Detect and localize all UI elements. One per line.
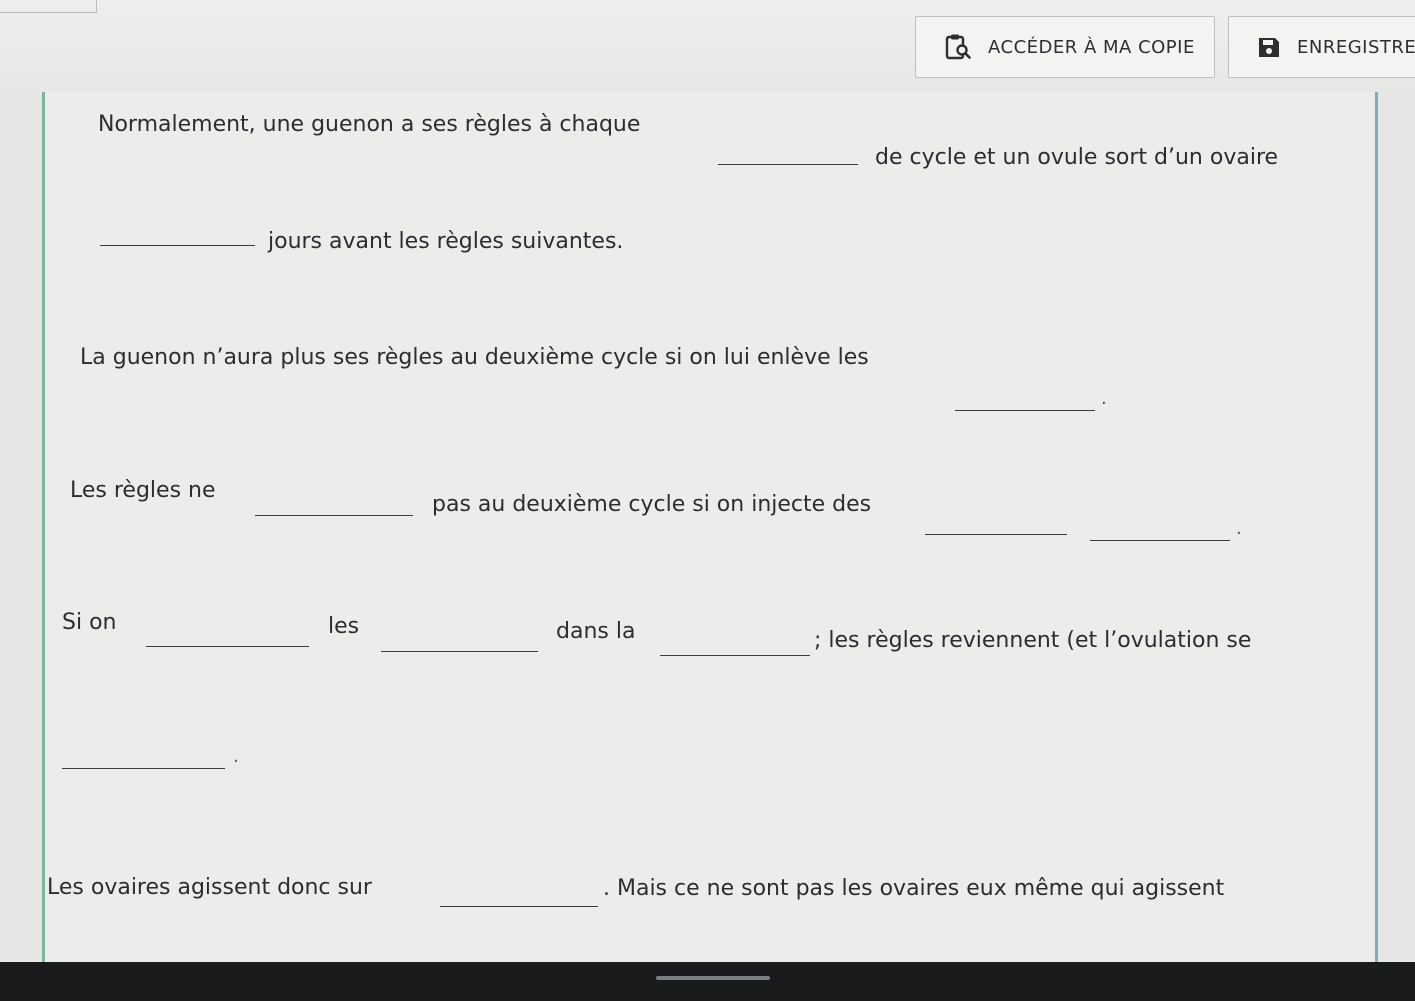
sentence-4-part-a: Si on — [62, 610, 117, 635]
sentence-1-part-c: jours avant les règles suivantes. — [268, 229, 624, 254]
blank-10[interactable] — [62, 768, 225, 769]
sentence-4-part-d: ; les règles reviennent (et l’ovulation … — [814, 628, 1252, 653]
period: . — [233, 746, 239, 767]
bottom-bar — [0, 962, 1415, 1001]
blank-2[interactable] — [100, 245, 255, 246]
top-toolbar: ACCÉDER À MA COPIE ENREGISTRER — [0, 0, 1415, 92]
blank-8[interactable] — [381, 651, 538, 652]
period: . — [1101, 388, 1107, 409]
sentence-4-part-b: les — [328, 614, 360, 639]
sentence-3-part-b: pas au deuxième cycle si on injecte des — [432, 492, 872, 517]
save-label: ENREGISTRER — [1297, 36, 1415, 58]
sentence-1-part-a: Normalement, une guenon a ses règles à c… — [98, 112, 641, 137]
sentence-5-part-a: Les ovaires agissent donc sur — [47, 875, 372, 900]
floppy-disk-icon — [1257, 35, 1281, 59]
access-copy-button[interactable]: ACCÉDER À MA COPIE — [915, 16, 1215, 78]
blank-1[interactable] — [718, 164, 858, 165]
blank-3[interactable] — [955, 410, 1095, 411]
access-copy-label: ACCÉDER À MA COPIE — [988, 36, 1195, 58]
sentence-2-part-a: La guenon n’aura plus ses règles au deux… — [80, 345, 869, 370]
home-indicator[interactable] — [656, 976, 770, 980]
blank-9[interactable] — [660, 655, 810, 656]
blank-11[interactable] — [440, 906, 598, 907]
sentence-4-part-c: dans la — [556, 619, 636, 644]
tab-stub — [0, 0, 97, 13]
blank-4[interactable] — [255, 515, 413, 516]
exercise-sheet — [42, 92, 1378, 962]
period: . — [1236, 518, 1242, 539]
sentence-3-part-a: Les règles ne — [70, 478, 216, 503]
sentence-5-part-b: . Mais ce ne sont pas les ovaires eux mê… — [603, 876, 1225, 901]
blank-6[interactable] — [1090, 540, 1230, 541]
blank-5[interactable] — [925, 534, 1067, 535]
save-button[interactable]: ENREGISTRER — [1228, 16, 1415, 78]
clipboard-search-icon — [944, 33, 972, 61]
sentence-1-part-b: de cycle et un ovule sort d’un ovaire — [875, 145, 1279, 170]
blank-7[interactable] — [146, 646, 309, 647]
